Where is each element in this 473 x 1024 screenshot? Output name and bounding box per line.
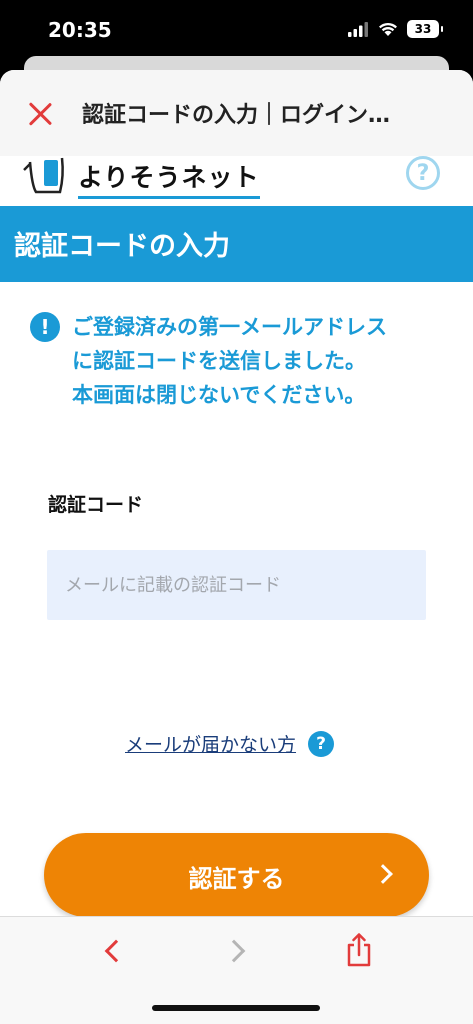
phone-logo-icon (23, 157, 64, 194)
cellular-signal-icon (348, 22, 368, 37)
info-line: に認証コードを送信しました。 (72, 349, 366, 373)
sheet-title: 認証コードの入力｜ログイン… (82, 103, 391, 128)
status-bar: 20:35 33 (0, 0, 473, 64)
submit-button[interactable]: 認証する (44, 833, 429, 917)
sheet-header: 認証コードの入力｜ログイン… (0, 70, 473, 156)
help-icon[interactable]: ? (406, 156, 440, 190)
wifi-icon (379, 22, 397, 36)
code-field-label: 認証コード (48, 494, 144, 516)
info-line: 本画面は閉じないでください。 (72, 383, 366, 407)
info-text: ご登録済みの第一メールアドレス に認証コードを送信しました。 本画面は閉じないで… (72, 310, 452, 412)
page-title: 認証コードの入力 (14, 231, 230, 262)
modal-sheet: 認証コードの入力｜ログイン… よりそうネット ? 認証コードの入力 ! ご登録済… (0, 70, 473, 1024)
mail-not-received-link[interactable]: メールが届かない方 (125, 730, 296, 757)
info-line: ご登録済みの第一メールアドレス (72, 315, 387, 339)
help-link-row: メールが届かない方 ? (125, 730, 335, 757)
browser-toolbar (0, 916, 473, 1024)
question-icon[interactable]: ? (308, 730, 335, 757)
chevron-left-icon[interactable] (104, 939, 128, 963)
exclamation-icon: ! (30, 312, 60, 342)
logo-row: よりそうネット ? (0, 156, 473, 206)
status-icons: 33 (347, 20, 443, 38)
close-icon[interactable] (26, 100, 54, 128)
battery-indicator: 33 (407, 20, 443, 38)
submit-label: 認証する (188, 866, 285, 893)
status-time: 20:35 (48, 18, 112, 42)
logo-text: よりそうネット (78, 158, 260, 199)
home-indicator (152, 1005, 320, 1011)
share-icon[interactable] (346, 933, 372, 967)
chevron-right-icon[interactable] (222, 939, 246, 963)
page-banner: 認証コードの入力 (0, 206, 473, 282)
code-input[interactable] (47, 550, 426, 620)
